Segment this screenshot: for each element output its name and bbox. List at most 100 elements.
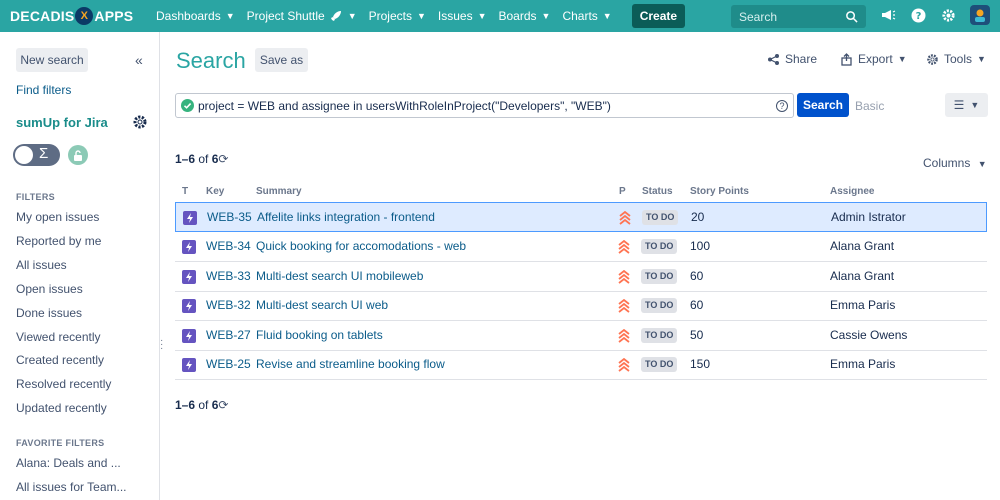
settings-gear-icon[interactable]: [940, 7, 956, 23]
status-badge: TO DO: [641, 239, 678, 254]
nav-dashboards[interactable]: Dashboards ▼: [150, 0, 241, 32]
pager-of: of: [195, 152, 212, 166]
view-options-button[interactable]: ☰ ▼: [945, 93, 988, 117]
syntax-help-icon[interactable]: ?: [776, 100, 788, 112]
svg-text:?: ?: [915, 11, 921, 22]
filter-all-issues[interactable]: All issues: [16, 258, 67, 272]
tools-label: Tools: [944, 52, 973, 66]
column-header-priority[interactable]: P: [619, 186, 626, 197]
columns-label: Columns: [923, 156, 971, 170]
story-points-value: 60: [690, 298, 704, 312]
nav-project-shuttle[interactable]: Project Shuttle ▼: [241, 0, 363, 32]
find-filters-link[interactable]: Find filters: [16, 83, 71, 97]
story-points-value: 150: [690, 357, 711, 371]
filter-updated-recently[interactable]: Updated recently: [16, 401, 107, 415]
nav-issues[interactable]: Issues ▼: [432, 0, 493, 32]
favorite-filter-item[interactable]: All issues for Team...: [16, 480, 126, 494]
basic-mode-link[interactable]: Basic: [855, 99, 884, 113]
export-button[interactable]: Export ▼: [840, 52, 907, 66]
issue-summary-link[interactable]: Quick booking for accomodations - web: [256, 239, 466, 253]
search-button[interactable]: Search: [797, 93, 849, 117]
nav-projects-label: Projects: [368, 9, 412, 23]
chevron-down-icon: ▼: [416, 11, 426, 21]
issue-key-link[interactable]: WEB-25: [206, 357, 251, 371]
tools-button[interactable]: Tools ▼: [926, 52, 986, 66]
issue-key-link[interactable]: WEB-34: [206, 239, 251, 253]
column-header-key[interactable]: Key: [206, 186, 224, 197]
chevron-down-icon: ▼: [977, 159, 987, 169]
jql-query-input[interactable]: project = WEB and assignee in usersWithR…: [175, 93, 794, 118]
list-view-icon: ☰: [953, 98, 965, 112]
pager-range: 1–6: [175, 398, 196, 412]
nav-boards-label: Boards: [498, 9, 537, 23]
issue-summary-link[interactable]: Affelite links integration - frontend: [257, 210, 435, 224]
nav-boards[interactable]: Boards ▼: [493, 0, 557, 32]
refresh-icon[interactable]: ⟳: [218, 398, 228, 412]
toggle-knob: [15, 146, 33, 164]
sumup-plugin-title[interactable]: sumUp for Jira: [16, 115, 108, 130]
column-header-type[interactable]: T: [182, 186, 188, 197]
filter-open-issues[interactable]: Open issues: [16, 282, 83, 296]
priority-highest-icon: [618, 270, 630, 284]
chevron-down-icon: ▼: [602, 11, 612, 21]
new-search-button[interactable]: New search: [16, 48, 88, 72]
table-row[interactable]: WEB-34 Quick booking for accomodations -…: [175, 232, 987, 262]
filter-my-open-issues[interactable]: My open issues: [16, 210, 99, 224]
filter-reported-by-me[interactable]: Reported by me: [16, 234, 101, 248]
issue-summary-link[interactable]: Fluid booking on tablets: [256, 328, 383, 342]
table-row[interactable]: WEB-35 Affelite links integration - fron…: [175, 202, 987, 232]
column-header-status[interactable]: Status: [642, 186, 673, 197]
export-label: Export: [858, 52, 893, 66]
share-icon: [768, 53, 779, 65]
sumup-settings-gear-icon[interactable]: [132, 114, 148, 130]
issue-summary-link[interactable]: Multi-dest search UI mobileweb: [256, 269, 423, 283]
table-row[interactable]: WEB-27 Fluid booking on tablets TO DO 50…: [175, 321, 987, 351]
table-row[interactable]: WEB-33 Multi-dest search UI mobileweb TO…: [175, 262, 987, 292]
megaphone-icon[interactable]: [880, 7, 896, 23]
save-as-button[interactable]: Save as: [255, 48, 308, 72]
assignee-name: Emma Paris: [830, 357, 896, 371]
create-button[interactable]: Create: [631, 4, 686, 28]
issue-key-link[interactable]: WEB-33: [206, 269, 251, 283]
nav-charts[interactable]: Charts ▼: [556, 0, 617, 32]
status-badge: TO DO: [641, 298, 678, 313]
filter-viewed-recently[interactable]: Viewed recently: [16, 330, 101, 344]
issue-key-link[interactable]: WEB-32: [206, 298, 251, 312]
columns-button[interactable]: Columns ▼: [923, 156, 987, 170]
help-icon[interactable]: ?: [910, 7, 926, 23]
story-points-value: 20: [691, 210, 705, 224]
filter-created-recently[interactable]: Created recently: [16, 353, 104, 367]
story-points-value: 100: [690, 239, 711, 253]
issue-key-link[interactable]: WEB-27: [206, 328, 251, 342]
priority-highest-icon: [618, 240, 630, 254]
issue-summary-link[interactable]: Multi-dest search UI web: [256, 298, 388, 312]
story-type-icon: [182, 329, 196, 343]
brand-logo[interactable]: DECADIS X APPS: [10, 0, 136, 32]
collapse-sidebar-icon[interactable]: «: [135, 52, 143, 68]
issue-summary-link[interactable]: Revise and streamline booking flow: [256, 357, 445, 371]
table-row[interactable]: WEB-32 Multi-dest search UI web TO DO 60…: [175, 291, 987, 321]
column-header-summary[interactable]: Summary: [256, 186, 302, 197]
column-header-assignee[interactable]: Assignee: [830, 186, 874, 197]
search-icon: [846, 11, 858, 23]
resize-handle-icon[interactable]: · · ·: [160, 336, 163, 354]
global-search-input[interactable]: Search: [731, 5, 866, 28]
column-header-story-points[interactable]: Story Points: [690, 186, 749, 197]
story-type-icon: [182, 240, 196, 254]
valid-query-check-icon: [181, 99, 194, 112]
unlock-button[interactable]: [68, 145, 88, 165]
chevron-down-icon: ▼: [477, 11, 487, 21]
assignee-name: Emma Paris: [830, 298, 896, 312]
table-row[interactable]: WEB-25 Revise and streamline booking flo…: [175, 350, 987, 380]
issue-key-link[interactable]: WEB-35: [207, 210, 252, 224]
filter-resolved-recently[interactable]: Resolved recently: [16, 377, 111, 391]
filter-done-issues[interactable]: Done issues: [16, 306, 82, 320]
nav-projects[interactable]: Projects ▼: [363, 0, 432, 32]
share-button[interactable]: Share: [767, 52, 817, 66]
user-avatar[interactable]: [970, 5, 990, 25]
chevron-down-icon: ▼: [347, 11, 357, 21]
favorite-filter-item[interactable]: Alana: Deals and ...: [16, 456, 121, 470]
search-placeholder: Search: [739, 9, 778, 24]
refresh-icon[interactable]: ⟳: [218, 152, 228, 166]
sumup-toggle[interactable]: Σ: [13, 144, 60, 166]
